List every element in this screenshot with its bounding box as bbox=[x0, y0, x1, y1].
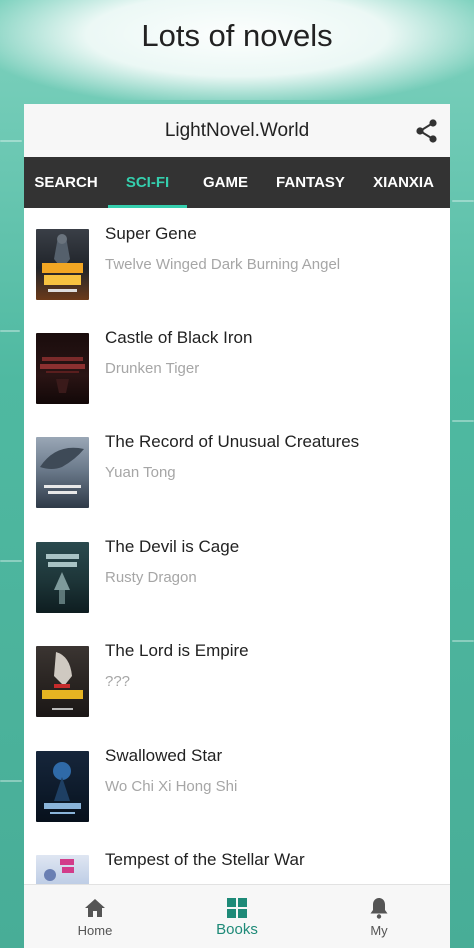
nav-home[interactable]: Home bbox=[24, 885, 166, 948]
bottom-navigation: Home Books My bbox=[24, 884, 450, 948]
promo-banner: Lots of novels bbox=[0, 0, 474, 100]
book-title: The Devil is Cage bbox=[105, 537, 240, 556]
book-cover-art bbox=[42, 652, 83, 710]
category-tabs: SEARCH SCI-FI GAME FANTASY XIANXIA bbox=[24, 157, 450, 208]
background-streak bbox=[0, 140, 22, 142]
book-cover-art bbox=[44, 859, 74, 881]
book-author: Yuan Tong bbox=[105, 464, 176, 481]
background-streak bbox=[0, 780, 22, 782]
nav-home-label: Home bbox=[77, 923, 113, 938]
tab-sci-fi[interactable]: SCI-FI bbox=[108, 157, 187, 208]
book-cover bbox=[36, 229, 89, 300]
nav-my[interactable]: My bbox=[308, 885, 450, 948]
home-icon bbox=[85, 899, 105, 917]
tab-search[interactable]: SEARCH bbox=[24, 157, 108, 208]
book-cover-art bbox=[44, 762, 81, 814]
share-button[interactable] bbox=[414, 118, 440, 144]
book-list-item[interactable]: The Record of Unusual Creatures Yuan Ton… bbox=[24, 416, 450, 520]
background-streak bbox=[0, 560, 22, 562]
nav-my-label: My bbox=[370, 923, 388, 938]
background-streak bbox=[452, 640, 474, 642]
book-title: Super Gene bbox=[105, 224, 197, 243]
book-author: Drunken Tiger bbox=[105, 360, 200, 377]
tab-fantasy[interactable]: FANTASY bbox=[264, 157, 357, 208]
book-title: Castle of Black Iron bbox=[105, 328, 253, 347]
book-cover bbox=[36, 855, 89, 884]
nav-books-label: Books bbox=[216, 921, 258, 938]
nav-books[interactable]: Books bbox=[166, 885, 308, 948]
book-list-item[interactable]: Swallowed Star Wo Chi Xi Hong Shi bbox=[24, 730, 450, 834]
book-cover bbox=[36, 751, 89, 822]
book-cover bbox=[36, 542, 89, 613]
book-list-item[interactable]: Super Gene Twelve Winged Dark Burning An… bbox=[24, 208, 450, 312]
bell-icon bbox=[370, 898, 388, 919]
book-author: Rusty Dragon bbox=[105, 569, 197, 586]
book-author: Twelve Winged Dark Burning Angel bbox=[105, 256, 341, 273]
grid-icon bbox=[227, 898, 247, 918]
background-streak bbox=[452, 200, 474, 202]
book-list-item[interactable]: The Lord is Empire ??? bbox=[24, 625, 450, 729]
app-title: LightNovel.World bbox=[164, 120, 310, 141]
book-list-item[interactable]: Castle of Black Iron Drunken Tiger bbox=[24, 312, 450, 416]
background-streak bbox=[452, 420, 474, 422]
book-cover bbox=[36, 437, 89, 508]
book-cover-art bbox=[42, 234, 83, 292]
app-screen: LightNovel.World SEARCH SCI-FI GAME FANT… bbox=[24, 104, 450, 948]
book-list-item[interactable]: The Devil is Cage Rusty Dragon bbox=[24, 521, 450, 625]
app-bar: LightNovel.World bbox=[24, 104, 450, 157]
book-cover-art bbox=[40, 447, 84, 494]
tab-game[interactable]: GAME bbox=[187, 157, 264, 208]
book-cover bbox=[36, 333, 89, 404]
book-cover-art bbox=[40, 357, 85, 393]
background-streak bbox=[0, 330, 20, 332]
book-title: Swallowed Star bbox=[105, 746, 223, 765]
tab-xianxia[interactable]: XIANXIA bbox=[357, 157, 450, 208]
book-list: Super Gene Twelve Winged Dark Burning An… bbox=[24, 208, 450, 884]
book-title: The Record of Unusual Creatures bbox=[105, 432, 360, 451]
book-cover bbox=[36, 646, 89, 717]
share-icon bbox=[416, 119, 437, 143]
book-title: Tempest of the Stellar War bbox=[105, 850, 305, 869]
book-author: ??? bbox=[105, 673, 131, 690]
book-title: The Lord is Empire bbox=[105, 641, 249, 660]
book-list-item[interactable]: Tempest of the Stellar War bbox=[24, 834, 450, 884]
banner-title: Lots of novels bbox=[141, 18, 333, 53]
book-cover-art bbox=[46, 554, 79, 604]
book-author: Wo Chi Xi Hong Shi bbox=[105, 778, 238, 795]
